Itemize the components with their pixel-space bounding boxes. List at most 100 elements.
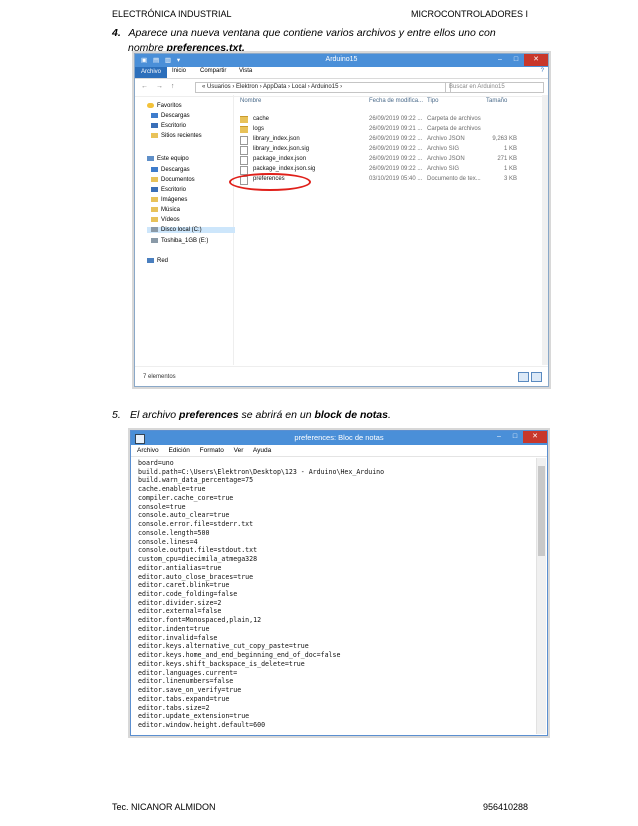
sidebar-item-favoritos[interactable]: Favoritos [147,103,182,109]
page-header: ELECTRÓNICA INDUSTRIAL MICROCONTROLADORE… [112,9,528,19]
tab-inicio[interactable]: Inicio [172,68,186,74]
file-size: 3 KB [503,176,517,182]
page-footer: Tec. NICANOR ALMIDON 956410288 [112,802,528,812]
sidebar-item-imagenes[interactable]: Imágenes [151,197,187,203]
vertical-scrollbar[interactable] [542,95,548,365]
vertical-scrollbar[interactable] [536,458,546,734]
desktop-icon [151,123,158,128]
window-controls: – □ ✕ [492,54,548,66]
navigation-arrows-icon[interactable]: ← → ↑ [141,83,177,90]
download-folder-icon [151,113,158,118]
step-text: Aparece una nueva ventana que contiene v… [128,27,496,39]
notepad-titlebar: preferences: Bloc de notas – □ ✕ [131,431,547,445]
file-date: 26/09/2019 09:22 ... [369,146,423,152]
sidebar-item-label: Documentos [161,177,195,184]
sidebar-item-este-equipo[interactable]: Este equipo [147,156,189,162]
file-icon [240,146,248,155]
sidebar-item-descargas-pc[interactable]: Descargas [151,167,190,173]
file-row[interactable]: package_index.json 26/09/2019 09:22 ... Ar… [235,155,542,165]
file-row[interactable]: cache 26/09/2019 09:22 ... Carpeta de arch… [235,115,542,125]
step-text: se abrirá en un [238,409,315,421]
file-row[interactable]: logs 26/09/2019 09:21 ... Carpeta de archi… [235,125,542,135]
details-view-icon[interactable] [518,372,529,382]
menu-edicion[interactable]: Edición [169,447,190,454]
drive-icon [151,227,158,232]
documents-folder-icon [151,177,158,182]
sidebar-item-descargas[interactable]: Descargas [151,113,190,119]
text-line: console=true [138,502,186,511]
tab-vista[interactable]: Vista [239,68,252,74]
file-name: package_index.json [253,156,307,162]
menu-archivo[interactable]: Archivo [137,447,159,454]
videos-folder-icon [151,217,158,222]
file-type: Archivo JSON [427,136,465,142]
sidebar-item-disco-local[interactable]: Disco local (C:) [147,227,235,234]
menu-ayuda[interactable]: Ayuda [253,447,271,454]
maximize-icon[interactable]: □ [507,431,523,443]
sidebar-item-label: Favoritos [157,103,182,110]
step-text: El archivo [130,409,180,421]
search-input[interactable]: Buscar en Arduino15 [445,82,544,93]
column-nombre[interactable]: Nombre [240,98,261,104]
file-row[interactable]: library_index.json 26/09/2019 09:22 ... Ar… [235,135,542,145]
file-type: Carpeta de archivos [427,116,481,122]
menu-ver[interactable]: Ver [234,447,244,454]
large-icons-view-icon[interactable] [531,372,542,382]
pictures-folder-icon [151,197,158,202]
music-folder-icon [151,207,158,212]
help-icon[interactable]: ? [541,68,544,74]
column-fecha[interactable]: Fecha de modifica... [369,98,423,104]
sidebar-item-label: Descargas [161,167,190,174]
text-line: editor.tabs.size=2 [138,703,210,712]
file-date: 26/09/2019 09:22 ... [369,156,423,162]
text-line: build.warn_data_percentage=75 [138,476,254,485]
file-name: package_index.json.sig [253,166,316,172]
sidebar-item-videos[interactable]: Vídeos [151,217,180,223]
sidebar-item-label: Descargas [161,113,190,120]
sidebar-item-documentos[interactable]: Documentos [151,177,195,183]
address-path[interactable]: « Usuarios › Elektron › AppData › Local … [195,82,451,93]
menu-formato[interactable]: Formato [200,447,224,454]
file-date: 26/09/2019 09:22 ... [369,116,423,122]
sidebar-item-escritorio-pc[interactable]: Escritorio [151,187,186,193]
recent-places-icon [151,133,158,138]
file-row[interactable]: library_index.json.sig 26/09/2019 09:22 .… [235,145,542,155]
sidebar-item-escritorio[interactable]: Escritorio [151,123,186,129]
minimize-icon[interactable]: – [492,54,508,66]
text-line: editor.keys.shift_backspace_is_delete=tr… [138,659,305,668]
close-icon[interactable]: ✕ [523,431,547,443]
text-line: editor.languages.current= [138,668,238,677]
file-name: library_index.json.sig [253,146,310,152]
text-line: editor.divider.size=2 [138,598,222,607]
file-size: 9,263 KB [492,136,517,142]
sidebar-item-toshiba[interactable]: Toshiba_1GB (E:) [151,238,208,244]
explorer-titlebar: ▣ ▤ ▥ ▾ Arduino15 – □ ✕ [135,54,548,67]
sidebar-item-red[interactable]: Red [147,258,168,264]
column-tamano[interactable]: Tamaño [486,98,507,104]
text-line: editor.code_folding=false [138,590,238,599]
notepad-menubar: Archivo Edición Formato Ver Ayuda [131,445,547,457]
folder-icon [240,116,248,123]
notepad-window: preferences: Bloc de notas – □ ✕ Archivo… [130,430,548,736]
maximize-icon[interactable]: □ [508,54,524,66]
sidebar-item-label: Música [161,207,181,214]
step-text: . [387,409,391,421]
tab-compartir[interactable]: Compartir [200,68,226,74]
text-line: editor.linenumbers=false [138,677,234,686]
file-type: Archivo SIG [427,146,460,152]
notepad-text-area[interactable]: board=uno build.path=C:\Users\Elektron\De… [138,459,533,730]
bold-term: block de notas [314,409,388,421]
file-date: 26/09/2019 09:22 ... [369,136,423,142]
sidebar-item-label: Escritorio [161,187,187,194]
column-tipo[interactable]: Tipo [427,98,438,104]
text-line: console.error.file=stderr.txt [138,520,254,529]
sidebar-item-musica[interactable]: Música [151,207,180,213]
tab-archivo[interactable]: Archivo [135,67,168,78]
close-icon[interactable]: ✕ [524,54,548,66]
notepad-title: preferences: Bloc de notas [294,433,384,442]
desktop-icon [151,187,158,192]
scrollbar-thumb[interactable] [538,466,545,556]
sidebar-item-sitios-recientes[interactable]: Sitios recientes [151,133,202,139]
text-line: build.path=C:\Users\Elektron\Desktop\123… [138,467,385,476]
minimize-icon[interactable]: – [491,431,507,443]
